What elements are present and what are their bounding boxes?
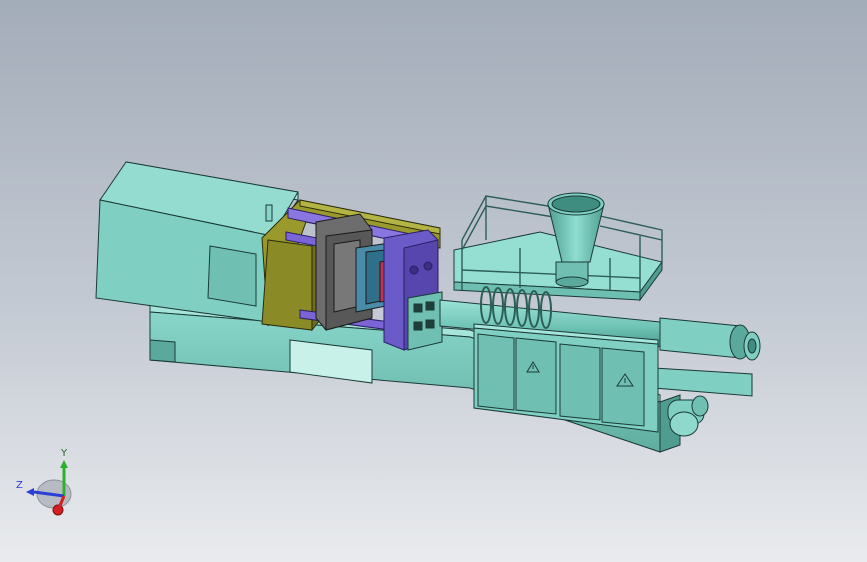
injection-molding-machine-model[interactable] <box>0 0 867 562</box>
electrical-cabinet[interactable] <box>473 323 659 433</box>
z-axis-label: Z <box>16 480 23 491</box>
z-axis-arrow <box>26 488 34 496</box>
control-block[interactable] <box>407 291 443 351</box>
oil-motor[interactable] <box>667 395 709 437</box>
coordinate-triad[interactable]: Y Z <box>12 442 82 522</box>
cad-viewport[interactable]: Y Z <box>0 0 867 562</box>
y-axis-arrow <box>60 460 68 468</box>
y-axis-label: Y <box>60 448 68 459</box>
